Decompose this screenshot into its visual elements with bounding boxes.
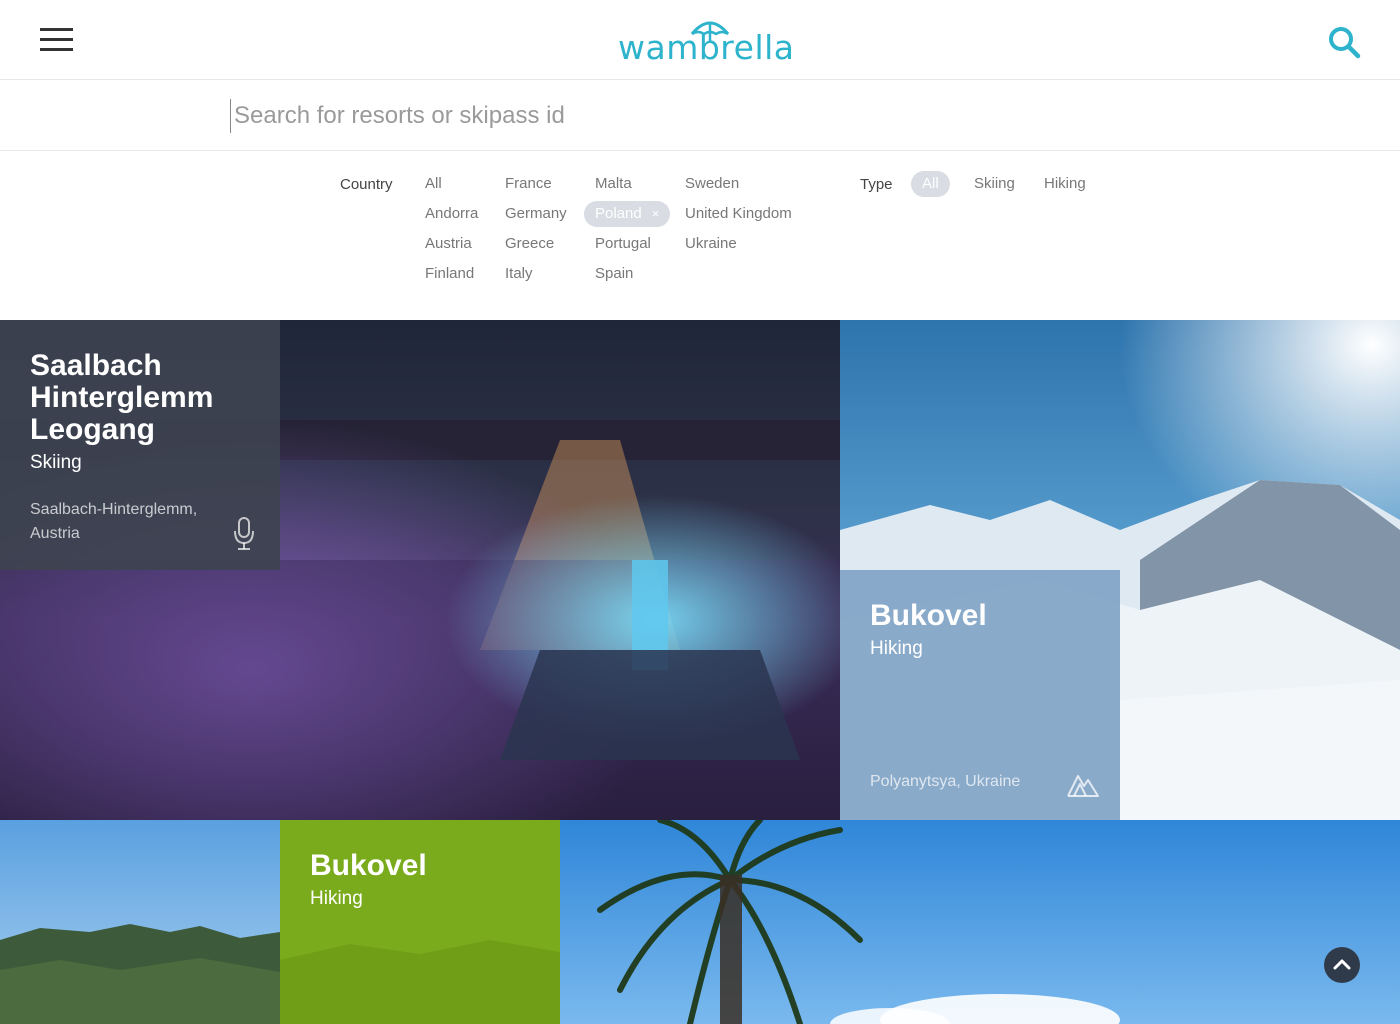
type-label: Type bbox=[860, 176, 893, 193]
microphone-icon bbox=[234, 517, 254, 550]
resort-card-bukovel-2[interactable]: Bukovel Hiking bbox=[280, 820, 560, 1024]
resort-name: Bukovel bbox=[310, 849, 427, 882]
palm-tree-image bbox=[560, 820, 1400, 1024]
resort-name: Saalbach Hinterglemm Leogang bbox=[30, 349, 214, 446]
country-chip-malta[interactable]: Malta bbox=[584, 171, 643, 197]
mountain-image-tile[interactable] bbox=[0, 820, 280, 1024]
green-mountains-image bbox=[0, 820, 280, 1024]
remove-filter-icon[interactable]: × bbox=[652, 206, 660, 221]
country-chip-united-kingdom[interactable]: United Kingdom bbox=[674, 201, 803, 227]
resort-tile-bukovel-snow[interactable]: Bukovel Hiking Polyanytsya, Ukraine bbox=[840, 320, 1400, 820]
country-chip-spain[interactable]: Spain bbox=[584, 261, 644, 287]
resort-type: Hiking bbox=[310, 888, 363, 909]
type-chip-skiing[interactable]: Skiing bbox=[963, 171, 1026, 197]
country-chip-poland-label: Poland bbox=[595, 205, 642, 222]
resort-type: Skiing bbox=[30, 452, 82, 473]
country-chip-portugal[interactable]: Portugal bbox=[584, 231, 662, 257]
chevron-up-icon bbox=[1333, 959, 1351, 970]
resort-tile-bukovel-green[interactable]: Bukovel Hiking bbox=[280, 820, 560, 1024]
mountains-icon bbox=[1067, 775, 1099, 797]
type-chip-all[interactable]: All bbox=[911, 171, 950, 197]
top-header: wambrella bbox=[0, 0, 1400, 80]
hamburger-icon[interactable] bbox=[40, 28, 74, 52]
country-chip-all[interactable]: All bbox=[414, 171, 453, 197]
scroll-top-button[interactable] bbox=[1324, 947, 1360, 983]
resort-tile-saalbach[interactable]: Saalbach Hinterglemm Leogang Skiing Saal… bbox=[0, 320, 840, 820]
search-bar bbox=[0, 81, 1400, 151]
country-chip-andorra[interactable]: Andorra bbox=[414, 201, 489, 227]
logo[interactable]: wambrella bbox=[610, 18, 794, 68]
palm-image-tile[interactable] bbox=[560, 820, 1400, 1024]
country-chip-ukraine[interactable]: Ukraine bbox=[674, 231, 748, 257]
country-chip-austria[interactable]: Austria bbox=[414, 231, 483, 257]
country-chip-italy[interactable]: Italy bbox=[494, 261, 544, 287]
country-chip-france[interactable]: France bbox=[494, 171, 563, 197]
country-label: Country bbox=[340, 176, 393, 193]
resort-location: Saalbach-Hinterglemm, Austria bbox=[30, 501, 198, 542]
country-chip-finland[interactable]: Finland bbox=[414, 261, 485, 287]
logo-text: wambrella bbox=[618, 28, 795, 67]
resort-card-saalbach[interactable]: Saalbach Hinterglemm Leogang Skiing Saal… bbox=[0, 320, 280, 570]
resort-location: Polyanytsya, Ukraine bbox=[870, 773, 1021, 790]
resort-card-bukovel-1[interactable]: Bukovel Hiking Polyanytsya, Ukraine bbox=[840, 570, 1120, 820]
resort-type: Hiking bbox=[870, 638, 923, 659]
country-chip-poland[interactable]: Poland × bbox=[584, 201, 671, 227]
type-chip-hiking[interactable]: Hiking bbox=[1033, 171, 1097, 197]
country-chip-sweden[interactable]: Sweden bbox=[674, 171, 750, 197]
country-chip-germany[interactable]: Germany bbox=[494, 201, 578, 227]
search-input[interactable] bbox=[230, 99, 1130, 133]
country-chip-greece[interactable]: Greece bbox=[494, 231, 565, 257]
search-icon[interactable] bbox=[1326, 24, 1362, 60]
resort-name: Bukovel bbox=[870, 599, 987, 632]
